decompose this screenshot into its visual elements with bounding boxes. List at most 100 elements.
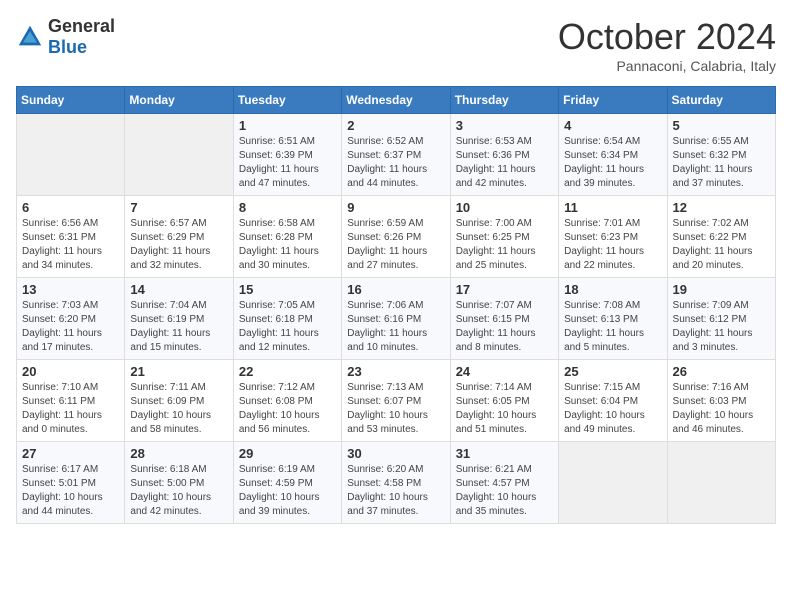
day-number: 15 xyxy=(239,282,336,297)
day-detail: Sunrise: 6:21 AM Sunset: 4:57 PM Dayligh… xyxy=(456,463,553,519)
day-number: 26 xyxy=(673,364,770,379)
logo-general: General xyxy=(48,16,115,36)
day-detail: Sunrise: 6:54 AM Sunset: 6:34 PM Dayligh… xyxy=(564,135,661,191)
day-number: 17 xyxy=(456,282,553,297)
calendar-cell: 2 Sunrise: 6:52 AM Sunset: 6:37 PM Daylig… xyxy=(342,114,450,196)
day-number: 7 xyxy=(130,200,227,215)
day-detail: Sunrise: 7:12 AM Sunset: 6:08 PM Dayligh… xyxy=(239,381,336,437)
day-header-tuesday: Tuesday xyxy=(233,87,341,114)
calendar-cell: 6 Sunrise: 6:56 AM Sunset: 6:31 PM Daylig… xyxy=(17,196,125,278)
day-number: 19 xyxy=(673,282,770,297)
day-detail: Sunrise: 7:11 AM Sunset: 6:09 PM Dayligh… xyxy=(130,381,227,437)
day-detail: Sunrise: 7:05 AM Sunset: 6:18 PM Dayligh… xyxy=(239,299,336,355)
calendar-cell: 4 Sunrise: 6:54 AM Sunset: 6:34 PM Daylig… xyxy=(559,114,667,196)
calendar-body: 1 Sunrise: 6:51 AM Sunset: 6:39 PM Daylig… xyxy=(17,114,776,524)
day-number: 29 xyxy=(239,446,336,461)
day-header-wednesday: Wednesday xyxy=(342,87,450,114)
day-detail: Sunrise: 7:10 AM Sunset: 6:11 PM Dayligh… xyxy=(22,381,119,437)
day-detail: Sunrise: 6:51 AM Sunset: 6:39 PM Dayligh… xyxy=(239,135,336,191)
day-number: 14 xyxy=(130,282,227,297)
day-detail: Sunrise: 7:06 AM Sunset: 6:16 PM Dayligh… xyxy=(347,299,444,355)
calendar-cell xyxy=(559,442,667,524)
calendar-cell: 15 Sunrise: 7:05 AM Sunset: 6:18 PM Dayli… xyxy=(233,278,341,360)
day-header-thursday: Thursday xyxy=(450,87,558,114)
day-detail: Sunrise: 7:03 AM Sunset: 6:20 PM Dayligh… xyxy=(22,299,119,355)
day-detail: Sunrise: 7:09 AM Sunset: 6:12 PM Dayligh… xyxy=(673,299,770,355)
day-number: 6 xyxy=(22,200,119,215)
day-number: 24 xyxy=(456,364,553,379)
day-detail: Sunrise: 6:17 AM Sunset: 5:01 PM Dayligh… xyxy=(22,463,119,519)
day-number: 31 xyxy=(456,446,553,461)
calendar-cell: 16 Sunrise: 7:06 AM Sunset: 6:16 PM Dayli… xyxy=(342,278,450,360)
day-detail: Sunrise: 6:52 AM Sunset: 6:37 PM Dayligh… xyxy=(347,135,444,191)
calendar-cell: 22 Sunrise: 7:12 AM Sunset: 6:08 PM Dayli… xyxy=(233,360,341,442)
day-detail: Sunrise: 6:53 AM Sunset: 6:36 PM Dayligh… xyxy=(456,135,553,191)
calendar-cell: 30 Sunrise: 6:20 AM Sunset: 4:58 PM Dayli… xyxy=(342,442,450,524)
day-number: 22 xyxy=(239,364,336,379)
calendar-header-row: SundayMondayTuesdayWednesdayThursdayFrid… xyxy=(17,87,776,114)
day-number: 5 xyxy=(673,118,770,133)
logo-icon xyxy=(16,23,44,51)
day-number: 21 xyxy=(130,364,227,379)
calendar-cell: 19 Sunrise: 7:09 AM Sunset: 6:12 PM Dayli… xyxy=(667,278,775,360)
day-detail: Sunrise: 7:13 AM Sunset: 6:07 PM Dayligh… xyxy=(347,381,444,437)
calendar-cell: 10Sunrise: 7:00 AM Sunset: 6:25 PM Dayli… xyxy=(450,196,558,278)
calendar-cell: 3 Sunrise: 6:53 AM Sunset: 6:36 PM Daylig… xyxy=(450,114,558,196)
calendar-cell: 11Sunrise: 7:01 AM Sunset: 6:23 PM Dayli… xyxy=(559,196,667,278)
calendar-cell: 27 Sunrise: 6:17 AM Sunset: 5:01 PM Dayli… xyxy=(17,442,125,524)
calendar-cell: 21 Sunrise: 7:11 AM Sunset: 6:09 PM Dayli… xyxy=(125,360,233,442)
day-number: 2 xyxy=(347,118,444,133)
calendar-week-3: 13 Sunrise: 7:03 AM Sunset: 6:20 PM Dayli… xyxy=(17,278,776,360)
day-number: 9 xyxy=(347,200,444,215)
day-header-sunday: Sunday xyxy=(17,87,125,114)
day-number: 3 xyxy=(456,118,553,133)
calendar-cell: 12Sunrise: 7:02 AM Sunset: 6:22 PM Dayli… xyxy=(667,196,775,278)
logo-blue: Blue xyxy=(48,37,87,57)
day-number: 4 xyxy=(564,118,661,133)
calendar-cell: 1 Sunrise: 6:51 AM Sunset: 6:39 PM Daylig… xyxy=(233,114,341,196)
day-number: 11 xyxy=(564,200,661,215)
day-number: 10 xyxy=(456,200,553,215)
calendar-cell: 25Sunrise: 7:15 AM Sunset: 6:04 PM Dayli… xyxy=(559,360,667,442)
day-detail: Sunrise: 6:57 AM Sunset: 6:29 PM Dayligh… xyxy=(130,217,227,273)
calendar-cell: 13 Sunrise: 7:03 AM Sunset: 6:20 PM Dayli… xyxy=(17,278,125,360)
day-number: 27 xyxy=(22,446,119,461)
day-number: 1 xyxy=(239,118,336,133)
calendar-cell: 26 Sunrise: 7:16 AM Sunset: 6:03 PM Dayli… xyxy=(667,360,775,442)
day-number: 12 xyxy=(673,200,770,215)
calendar-cell xyxy=(125,114,233,196)
calendar-cell xyxy=(17,114,125,196)
calendar-cell xyxy=(667,442,775,524)
calendar-table: SundayMondayTuesdayWednesdayThursdayFrid… xyxy=(16,86,776,524)
day-number: 23 xyxy=(347,364,444,379)
day-detail: Sunrise: 6:56 AM Sunset: 6:31 PM Dayligh… xyxy=(22,217,119,273)
day-detail: Sunrise: 6:18 AM Sunset: 5:00 PM Dayligh… xyxy=(130,463,227,519)
calendar-cell: 14Sunrise: 7:04 AM Sunset: 6:19 PM Dayli… xyxy=(125,278,233,360)
day-header-saturday: Saturday xyxy=(667,87,775,114)
day-detail: Sunrise: 6:19 AM Sunset: 4:59 PM Dayligh… xyxy=(239,463,336,519)
page-header: General Blue October 2024 Pannaconi, Cal… xyxy=(16,16,776,74)
calendar-cell: 17 Sunrise: 7:07 AM Sunset: 6:15 PM Dayli… xyxy=(450,278,558,360)
calendar-cell: 18Sunrise: 7:08 AM Sunset: 6:13 PM Dayli… xyxy=(559,278,667,360)
title-block: October 2024 Pannaconi, Calabria, Italy xyxy=(558,16,776,74)
calendar-week-5: 27 Sunrise: 6:17 AM Sunset: 5:01 PM Dayli… xyxy=(17,442,776,524)
day-detail: Sunrise: 7:07 AM Sunset: 6:15 PM Dayligh… xyxy=(456,299,553,355)
calendar-cell: 23 Sunrise: 7:13 AM Sunset: 6:07 PM Dayli… xyxy=(342,360,450,442)
day-number: 30 xyxy=(347,446,444,461)
calendar-week-4: 20Sunrise: 7:10 AM Sunset: 6:11 PM Dayli… xyxy=(17,360,776,442)
calendar-cell: 20Sunrise: 7:10 AM Sunset: 6:11 PM Dayli… xyxy=(17,360,125,442)
day-number: 18 xyxy=(564,282,661,297)
calendar-cell: 9Sunrise: 6:59 AM Sunset: 6:26 PM Daylig… xyxy=(342,196,450,278)
day-detail: Sunrise: 7:16 AM Sunset: 6:03 PM Dayligh… xyxy=(673,381,770,437)
calendar-cell: 8Sunrise: 6:58 AM Sunset: 6:28 PM Daylig… xyxy=(233,196,341,278)
logo: General Blue xyxy=(16,16,115,58)
month-title: October 2024 xyxy=(558,16,776,58)
day-detail: Sunrise: 6:58 AM Sunset: 6:28 PM Dayligh… xyxy=(239,217,336,273)
calendar-cell: 5Sunrise: 6:55 AM Sunset: 6:32 PM Daylig… xyxy=(667,114,775,196)
day-detail: Sunrise: 6:20 AM Sunset: 4:58 PM Dayligh… xyxy=(347,463,444,519)
day-number: 25 xyxy=(564,364,661,379)
day-number: 16 xyxy=(347,282,444,297)
day-number: 13 xyxy=(22,282,119,297)
calendar-cell: 28Sunrise: 6:18 AM Sunset: 5:00 PM Dayli… xyxy=(125,442,233,524)
location-subtitle: Pannaconi, Calabria, Italy xyxy=(558,58,776,74)
